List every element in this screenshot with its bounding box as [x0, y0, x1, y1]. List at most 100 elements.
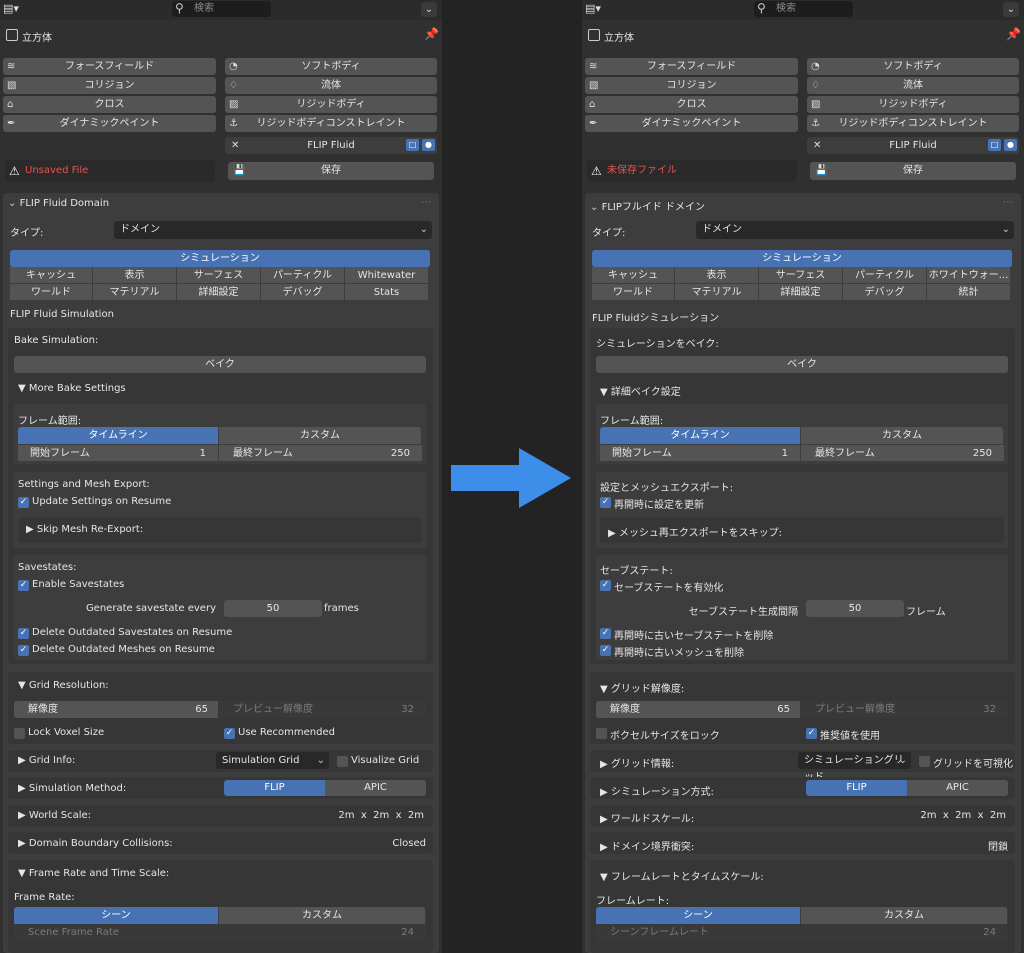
close-icon[interactable]: ✕ — [231, 137, 239, 154]
tab-tabs_row1-0[interactable]: キャッシュ — [10, 267, 93, 284]
visualize-grid-checkbox[interactable] — [337, 756, 348, 767]
tab-tabs_row1-2[interactable]: サーフェス — [759, 267, 843, 284]
close-icon[interactable]: ✕ — [813, 137, 821, 154]
pin-icon[interactable]: 📌 — [1006, 27, 1021, 41]
apic-method-button[interactable]: APIC — [907, 780, 1008, 796]
tab-tabs_row1-4[interactable]: Whitewater — [345, 267, 429, 284]
camera-icon[interactable]: ● — [422, 139, 435, 151]
custom-button[interactable]: カスタム — [801, 427, 1004, 444]
physics-button-rigid-body-constraint[interactable]: ⚓ リジッドボディコンストレイント — [225, 115, 437, 132]
update-settings-checkbox[interactable]: ✓ — [600, 497, 611, 508]
custom-rate-button[interactable]: カスタム — [219, 907, 426, 924]
savestate-interval-field[interactable]: 50 — [806, 600, 904, 617]
enable-savestates-checkbox[interactable]: ✓ — [18, 580, 29, 591]
update-settings-checkbox[interactable]: ✓ — [18, 497, 29, 508]
use-recommended-checkbox[interactable]: ✓ — [224, 728, 235, 739]
save-button[interactable]: 💾 保存 — [228, 162, 434, 180]
tab-tabs_row1-2[interactable]: サーフェス — [177, 267, 261, 284]
resolution-field[interactable]: 解像度 65 — [596, 701, 800, 718]
flip-method-button[interactable]: FLIP — [224, 780, 325, 796]
physics-button-dynamic-paint[interactable]: ✒ ダイナミックペイント — [3, 115, 216, 132]
tab-tabs_row2-2[interactable]: 詳細設定 — [759, 284, 843, 301]
custom-button[interactable]: カスタム — [219, 427, 422, 444]
tab-simulation[interactable]: シミュレーション — [592, 250, 1013, 267]
tab-tabs_row2-0[interactable]: ワールド — [592, 284, 675, 301]
physics-button-dynamic-paint[interactable]: ✒ ダイナミックペイント — [585, 115, 798, 132]
delete-savestates-checkbox[interactable]: ✓ — [18, 628, 29, 639]
tab-tabs_row2-4[interactable]: 統計 — [927, 284, 1011, 301]
physics-button-soft-body[interactable]: ◔ ソフトボディ — [225, 58, 437, 75]
world-scale-toggle[interactable]: ▶ ワールドスケール: — [600, 810, 694, 825]
physics-button-rigid-body[interactable]: ▨ リジッドボディ — [807, 96, 1019, 113]
grid-info-toggle[interactable]: ▶ Grid Info: — [18, 755, 75, 766]
domain-header[interactable]: ⌄ FLIPフルイド ドメイン — [590, 198, 705, 213]
visualize-grid-checkbox[interactable] — [919, 756, 930, 767]
type-dropdown[interactable]: ドメイン ⌄ — [114, 221, 432, 239]
tab-tabs_row2-4[interactable]: Stats — [345, 284, 429, 301]
apic-method-button[interactable]: APIC — [325, 780, 426, 796]
grid-resolution-toggle[interactable]: ▼ グリッド解像度: — [600, 680, 684, 695]
top-dropdown-button[interactable]: ⌄ — [1003, 2, 1019, 17]
save-button[interactable]: 💾 保存 — [810, 162, 1016, 180]
lock-voxel-checkbox[interactable] — [596, 728, 607, 739]
frame-rate-toggle[interactable]: ▼ フレームレートとタイムスケール: — [600, 868, 764, 883]
search-input[interactable]: ⚲ 検索 — [172, 1, 271, 17]
timeline-button[interactable]: タイムライン — [600, 427, 801, 444]
timeline-button[interactable]: タイムライン — [18, 427, 219, 444]
domain-header[interactable]: ⌄ FLIP Fluid Domain — [8, 198, 109, 209]
use-recommended-checkbox[interactable]: ✓ — [806, 728, 817, 739]
drag-handle-icon[interactable]: ⋯ — [1003, 197, 1013, 208]
physics-button-collision[interactable]: ▧ コリジョン — [3, 77, 216, 94]
physics-button-collision[interactable]: ▧ コリジョン — [585, 77, 798, 94]
scene-button[interactable]: シーン — [14, 907, 219, 924]
editor-type-icon[interactable]: ▤▾ — [3, 2, 25, 17]
tab-tabs_row1-0[interactable]: キャッシュ — [592, 267, 675, 284]
tab-tabs_row2-1[interactable]: マテリアル — [675, 284, 759, 301]
physics-button-fluid[interactable]: ♢ 流体 — [807, 77, 1019, 94]
tab-tabs_row1-3[interactable]: パーティクル — [261, 267, 345, 284]
pin-icon[interactable]: 📌 — [424, 27, 439, 41]
boundary-toggle[interactable]: ▶ ドメイン境界衝突: — [600, 838, 694, 853]
camera-icon[interactable]: ● — [1004, 139, 1017, 151]
type-dropdown[interactable]: ドメイン ⌄ — [696, 221, 1014, 239]
tab-tabs_row2-3[interactable]: デバッグ — [261, 284, 345, 301]
scene-button[interactable]: シーン — [596, 907, 801, 924]
end-frame-field[interactable]: 最終フレーム 250 — [219, 444, 422, 461]
physics-button-soft-body[interactable]: ◔ ソフトボディ — [807, 58, 1019, 75]
tab-tabs_row2-3[interactable]: デバッグ — [843, 284, 927, 301]
flip-fluid-button[interactable]: ✕ FLIP Fluid □ ● — [807, 137, 1019, 154]
search-input[interactable]: ⚲ 検索 — [754, 1, 853, 17]
tab-tabs_row2-1[interactable]: マテリアル — [93, 284, 177, 301]
tab-tabs_row2-2[interactable]: 詳細設定 — [177, 284, 261, 301]
delete-savestates-checkbox[interactable]: ✓ — [600, 628, 611, 639]
physics-button-rigid-body[interactable]: ▨ リジッドボディ — [225, 96, 437, 113]
delete-meshes-checkbox[interactable]: ✓ — [600, 645, 611, 656]
boundary-toggle[interactable]: ▶ Domain Boundary Collisions: — [18, 838, 173, 849]
custom-rate-button[interactable]: カスタム — [801, 907, 1008, 924]
grid-resolution-toggle[interactable]: ▼ Grid Resolution: — [18, 680, 109, 691]
grid-info-dropdown[interactable]: シミュレーショングリッド⌄ — [798, 752, 911, 783]
bake-button[interactable]: ベイク — [14, 356, 426, 373]
grid-info-toggle[interactable]: ▶ グリッド情報: — [600, 755, 674, 770]
monitor-icon[interactable]: □ — [406, 139, 419, 151]
end-frame-field[interactable]: 最終フレーム 250 — [801, 444, 1004, 461]
lock-voxel-checkbox[interactable] — [14, 728, 25, 739]
tab-tabs_row2-0[interactable]: ワールド — [10, 284, 93, 301]
grid-info-dropdown[interactable]: Simulation Grid ⌄ — [216, 752, 329, 769]
physics-button-force-field[interactable]: ≋ フォースフィールド — [585, 58, 798, 75]
flip-fluid-button[interactable]: ✕ FLIP Fluid □ ● — [225, 137, 437, 154]
top-dropdown-button[interactable]: ⌄ — [421, 2, 437, 17]
start-frame-field[interactable]: 開始フレーム 1 — [18, 444, 218, 461]
more-bake-toggle[interactable]: ▼ 詳細ベイク設定 — [600, 383, 681, 398]
physics-button-cloth[interactable]: ⌂ クロス — [585, 96, 798, 113]
monitor-icon[interactable]: □ — [988, 139, 1001, 151]
physics-button-fluid[interactable]: ♢ 流体 — [225, 77, 437, 94]
tab-simulation[interactable]: シミュレーション — [10, 250, 431, 267]
editor-type-icon[interactable]: ▤▾ — [585, 2, 607, 17]
physics-button-rigid-body-constraint[interactable]: ⚓ リジッドボディコンストレイント — [807, 115, 1019, 132]
frame-rate-toggle[interactable]: ▼ Frame Rate and Time Scale: — [18, 868, 169, 879]
resolution-field[interactable]: 解像度 65 — [14, 701, 218, 718]
start-frame-field[interactable]: 開始フレーム 1 — [600, 444, 800, 461]
drag-handle-icon[interactable]: ⋯ — [421, 197, 431, 208]
skip-mesh-toggle[interactable]: ▶ メッシュ再エクスポートをスキップ: — [608, 524, 782, 539]
